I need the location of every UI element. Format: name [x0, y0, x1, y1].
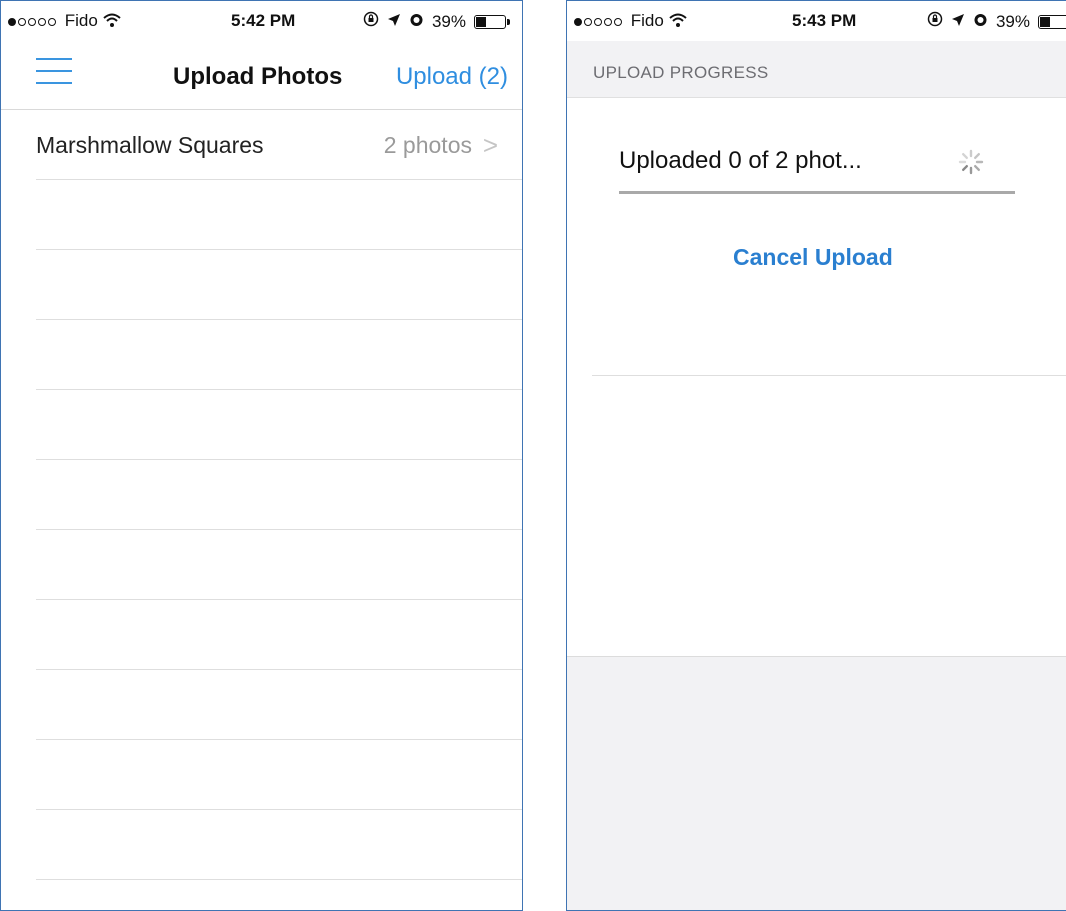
photo-count: 2 photos	[383, 132, 472, 158]
wifi-icon	[102, 11, 121, 30]
chevron-right-icon: >	[482, 130, 498, 160]
carrier-name: Fido	[64, 11, 98, 30]
bottom-panel	[567, 656, 1066, 910]
battery-percent: 39%	[995, 11, 1030, 31]
album-row[interactable]: Marshmallow Squares 2 photos >	[36, 110, 522, 180]
carrier-indicator: Fido	[574, 11, 687, 31]
alarm-icon	[973, 12, 988, 32]
battery-icon	[1038, 14, 1066, 29]
navigation-bar: Upload Photos Upload (2)	[1, 41, 522, 110]
wifi-icon	[668, 11, 687, 30]
signal-strength-icon	[574, 17, 622, 26]
status-bar: Fido 5:43 PM 39%	[567, 1, 1066, 41]
loading-spinner-icon	[958, 149, 984, 175]
alarm-icon	[409, 12, 424, 32]
empty-row	[36, 530, 522, 600]
cancel-upload-button[interactable]: Cancel Upload	[733, 244, 893, 271]
rotation-lock-icon	[927, 11, 943, 32]
carrier-indicator: Fido	[8, 11, 121, 31]
battery-percent: 39%	[431, 11, 466, 31]
divider	[592, 375, 1066, 376]
clock: 5:42 PM	[231, 11, 296, 30]
status-right: 39%	[363, 11, 510, 32]
empty-row	[36, 250, 522, 320]
location-arrow-icon	[387, 12, 401, 32]
section-header: UPLOAD PROGRESS	[567, 41, 1066, 98]
signal-strength-icon	[8, 17, 56, 26]
carrier-name: Fido	[630, 11, 664, 30]
upload-status-text: Uploaded 0 of 2 phot...	[619, 147, 862, 174]
rotation-lock-icon	[363, 11, 379, 32]
hamburger-menu-icon[interactable]	[36, 58, 72, 84]
page-title: Upload Photos	[173, 63, 343, 90]
empty-row	[36, 390, 522, 460]
upload-button[interactable]: Upload (2)	[396, 63, 508, 91]
empty-row	[36, 320, 522, 390]
empty-row	[36, 670, 522, 740]
location-arrow-icon	[951, 12, 965, 32]
empty-row	[36, 460, 522, 530]
section-header-label: UPLOAD PROGRESS	[593, 63, 769, 82]
empty-row	[36, 180, 522, 250]
album-name: Marshmallow Squares	[36, 132, 264, 158]
clock: 5:43 PM	[792, 11, 857, 30]
empty-row	[36, 600, 522, 670]
battery-icon	[474, 14, 510, 29]
album-list: Marshmallow Squares 2 photos >	[36, 110, 522, 880]
upload-photos-screen: Fido 5:42 PM 39% Upload Photos Upload (2…	[0, 0, 523, 911]
upload-progress-screen: Fido 5:43 PM 39% UPLOAD PROGRESS Uploade…	[566, 0, 1066, 911]
status-right: 39%	[927, 11, 1066, 32]
upload-progress-bar	[619, 191, 1015, 194]
status-bar: Fido 5:42 PM 39%	[1, 1, 522, 41]
empty-row	[36, 740, 522, 810]
empty-row	[36, 810, 522, 880]
